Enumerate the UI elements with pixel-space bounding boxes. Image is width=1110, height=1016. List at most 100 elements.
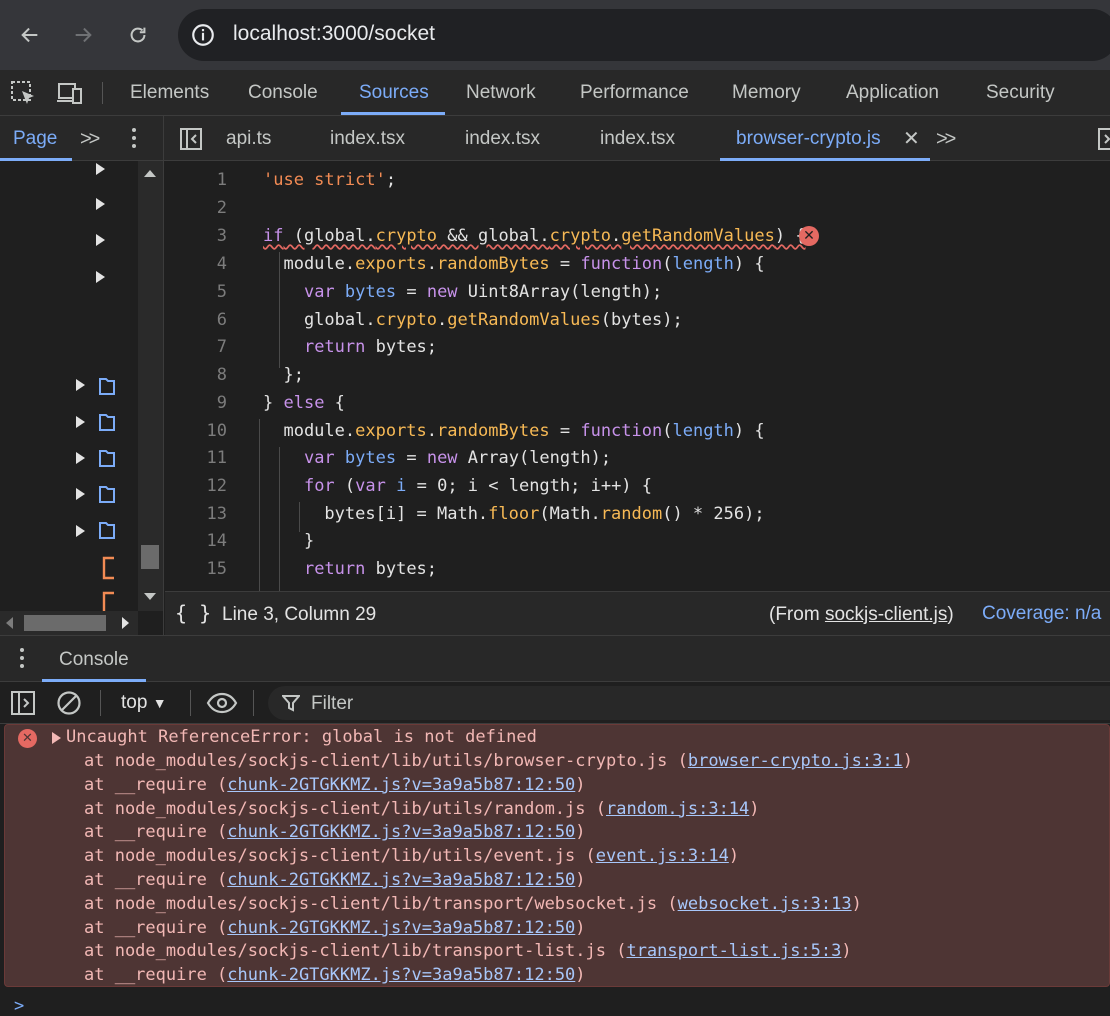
- line-number[interactable]: 5: [165, 278, 227, 306]
- scroll-right-icon[interactable]: [122, 617, 130, 629]
- expand-error-icon[interactable]: [52, 732, 61, 744]
- expand-arrow-icon[interactable]: [96, 271, 105, 283]
- stack-frame-link[interactable]: random.js:3:14: [606, 799, 749, 819]
- info-icon[interactable]: [190, 22, 216, 48]
- file-icon[interactable]: [101, 556, 117, 580]
- file-tab-index-1[interactable]: index.tsx: [330, 128, 405, 150]
- drawer-menu-icon[interactable]: [20, 648, 28, 670]
- expand-arrow-icon[interactable]: [96, 163, 105, 175]
- inspect-element-icon[interactable]: [10, 80, 38, 106]
- live-expression-eye-icon[interactable]: [206, 690, 238, 716]
- stack-frame-link[interactable]: chunk-2GTGKKMZ.js?v=3a9a5b87:12:50: [227, 822, 575, 842]
- more-files-icon[interactable]: >>: [936, 128, 956, 151]
- tab-page[interactable]: Page: [13, 128, 57, 150]
- tab-elements[interactable]: Elements: [130, 82, 209, 104]
- code-line[interactable]: 9} else {: [165, 389, 1110, 417]
- code-line[interactable]: 12 for (var i = 0; i < length; i++) {: [165, 472, 1110, 500]
- pretty-print-button[interactable]: { }: [175, 601, 211, 625]
- expand-arrow-icon[interactable]: [96, 198, 105, 210]
- code-line[interactable]: 1'use strict';: [165, 166, 1110, 194]
- error-text[interactable]: Uncaught ReferenceError: global is not d…: [66, 725, 537, 749]
- stack-frame-link[interactable]: chunk-2GTGKKMZ.js?v=3a9a5b87:12:50: [227, 965, 575, 985]
- source-map-link[interactable]: sockjs-client.js: [825, 604, 947, 625]
- tab-application[interactable]: Application: [846, 82, 939, 104]
- url-text[interactable]: localhost:3000/socket: [233, 22, 435, 46]
- expand-arrow-icon[interactable]: [76, 379, 85, 391]
- stack-frame-link[interactable]: websocket.js:3:13: [678, 894, 852, 914]
- stack-frame-link[interactable]: chunk-2GTGKKMZ.js?v=3a9a5b87:12:50: [227, 918, 575, 938]
- line-number[interactable]: 7: [165, 333, 227, 361]
- tab-security[interactable]: Security: [986, 82, 1055, 104]
- file-icon[interactable]: [101, 591, 117, 611]
- code-line[interactable]: 5 var bytes = new Uint8Array(length);: [165, 278, 1110, 306]
- file-tab-index-2[interactable]: index.tsx: [465, 128, 540, 150]
- navigator-horizontal-scrollbar[interactable]: [0, 611, 138, 635]
- code-line[interactable]: 7 return bytes;: [165, 333, 1110, 361]
- toggle-navigator-icon[interactable]: [178, 126, 204, 152]
- line-number[interactable]: 3: [165, 222, 227, 250]
- console-prompt[interactable]: >: [14, 996, 24, 1016]
- line-number[interactable]: 4: [165, 250, 227, 278]
- console-sidebar-icon[interactable]: [10, 690, 36, 716]
- stack-frame-link[interactable]: transport-list.js:5:3: [626, 941, 841, 961]
- line-number[interactable]: 1: [165, 166, 227, 194]
- coverage-status[interactable]: Coverage: n/a: [982, 603, 1101, 625]
- tab-memory[interactable]: Memory: [732, 82, 801, 104]
- expand-arrow-icon[interactable]: [76, 488, 85, 500]
- line-number[interactable]: 10: [165, 417, 227, 445]
- line-number[interactable]: 6: [165, 306, 227, 334]
- stack-frame-link[interactable]: chunk-2GTGKKMZ.js?v=3a9a5b87:12:50: [227, 870, 575, 890]
- close-tab-icon[interactable]: ✕: [903, 126, 920, 151]
- clear-console-icon[interactable]: [56, 690, 82, 716]
- console-error-message[interactable]: ✕ Uncaught ReferenceError: global is not…: [4, 724, 1110, 987]
- address-bar[interactable]: localhost:3000/socket: [178, 9, 1110, 61]
- stack-frame-link[interactable]: chunk-2GTGKKMZ.js?v=3a9a5b87:12:50: [227, 775, 575, 795]
- more-tabs-icon[interactable]: >>: [80, 128, 100, 151]
- reload-button[interactable]: [123, 18, 153, 52]
- code-line[interactable]: 6 global.crypto.getRandomValues(bytes);: [165, 306, 1110, 334]
- line-number[interactable]: 13: [165, 500, 227, 528]
- line-number[interactable]: 14: [165, 527, 227, 555]
- code-line[interactable]: 15 return bytes;: [165, 555, 1110, 583]
- code-line[interactable]: 14 }: [165, 527, 1110, 555]
- expand-arrow-icon[interactable]: [96, 234, 105, 246]
- line-number[interactable]: 12: [165, 472, 227, 500]
- filter-input[interactable]: Filter: [268, 686, 1110, 720]
- code-line[interactable]: 10 module.exports.randomBytes = function…: [165, 417, 1110, 445]
- code-line[interactable]: 11 var bytes = new Array(length);: [165, 444, 1110, 472]
- stack-frame-link[interactable]: browser-crypto.js:3:1: [688, 751, 903, 771]
- code-editor[interactable]: 1'use strict'; 2 3 if (global.crypto && g…: [165, 161, 1110, 591]
- tab-console[interactable]: Console: [248, 82, 318, 104]
- line-number[interactable]: 15: [165, 555, 227, 583]
- line-number[interactable]: 2: [165, 194, 227, 222]
- vertical-scroll-thumb[interactable]: [141, 545, 159, 569]
- expand-arrow-icon[interactable]: [76, 452, 85, 464]
- scroll-left-icon[interactable]: [5, 617, 13, 629]
- context-selector[interactable]: top ▼: [121, 692, 167, 714]
- tab-network[interactable]: Network: [466, 82, 536, 104]
- scroll-down-icon[interactable]: [144, 593, 156, 601]
- line-number[interactable]: 9: [165, 389, 227, 417]
- error-marker-icon[interactable]: ✕: [799, 226, 819, 246]
- expand-arrow-icon[interactable]: [76, 525, 85, 537]
- file-tab-index-3[interactable]: index.tsx: [600, 128, 675, 150]
- forward-button[interactable]: [68, 18, 98, 52]
- device-toolbar-icon[interactable]: [56, 80, 84, 106]
- code-line[interactable]: 3 if (global.crypto && global.crypto.getR…: [165, 222, 1110, 250]
- code-line[interactable]: 8 };: [165, 361, 1110, 389]
- navigator-vertical-scrollbar[interactable]: [138, 161, 163, 611]
- expand-arrow-icon[interactable]: [76, 416, 85, 428]
- horizontal-scroll-thumb[interactable]: [24, 615, 106, 631]
- tab-performance[interactable]: Performance: [580, 82, 689, 104]
- code-line[interactable]: 4 module.exports.randomBytes = function(…: [165, 250, 1110, 278]
- back-button[interactable]: [15, 18, 45, 52]
- code-line[interactable]: 13 bytes[i] = Math.floor(Math.random() *…: [165, 500, 1110, 528]
- scroll-up-icon[interactable]: [144, 169, 156, 177]
- file-tab-api[interactable]: api.ts: [226, 128, 271, 150]
- toggle-debugger-icon[interactable]: [1096, 126, 1110, 152]
- file-tab-browser-crypto[interactable]: browser-crypto.js: [736, 128, 881, 150]
- stack-frame-link[interactable]: event.js:3:14: [596, 846, 729, 866]
- navigator-menu-icon[interactable]: [132, 128, 140, 150]
- tab-sources[interactable]: Sources: [359, 82, 429, 104]
- drawer-tab-console[interactable]: Console: [59, 649, 129, 671]
